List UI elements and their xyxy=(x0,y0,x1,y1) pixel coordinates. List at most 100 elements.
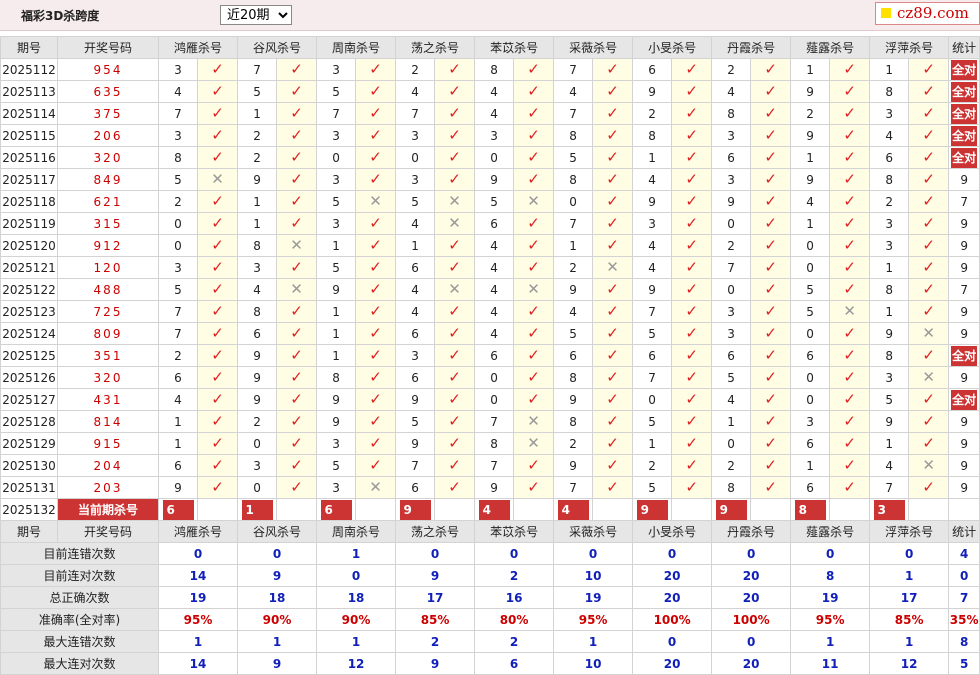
table-row: 2025115 206 3 ✓ 2 ✓ 3 ✓ 3 ✓ 3 ✓ 8 ✓ 8 ✓ 3 ✓ 9 ✓ 4 ✓ 全对 xyxy=(0,124,980,147)
check-icon: ✓ xyxy=(211,412,224,430)
check-icon: ✓ xyxy=(685,148,698,166)
kill-number-cell: 8 xyxy=(632,124,673,147)
kill-number-cell: 5 xyxy=(395,190,436,213)
period-range-select[interactable]: 近20期 xyxy=(220,5,292,25)
kill-number-cell: 5 xyxy=(395,410,436,433)
header-expert[interactable]: 荡之杀号 xyxy=(395,520,476,543)
draw-number-cell: 809 xyxy=(57,322,159,345)
kill-number-cell: 7 xyxy=(632,366,673,389)
kill-number-cell: 9 xyxy=(395,388,436,411)
header-expert[interactable]: 薤露杀号 xyxy=(790,520,871,543)
stat-value: 85% xyxy=(869,608,950,631)
header-expert[interactable]: 鸿雁杀号 xyxy=(157,520,239,543)
stat-cell: 9 xyxy=(948,476,980,499)
header-expert[interactable]: 丹霞杀号 xyxy=(711,520,792,543)
kill-number-cell: 0 xyxy=(553,190,594,213)
header-expert[interactable]: 周南杀号 xyxy=(316,36,397,59)
check-icon: ✓ xyxy=(527,302,540,320)
check-icon: ✓ xyxy=(764,302,777,320)
header-expert[interactable]: 荡之杀号 xyxy=(395,36,476,59)
header-expert[interactable]: 谷风杀号 xyxy=(237,36,318,59)
stat-cell: 9 xyxy=(948,256,980,279)
check-icon: ✓ xyxy=(290,412,303,430)
header-expert[interactable]: 采薇杀号 xyxy=(553,520,634,543)
result-cell: ✓ xyxy=(908,234,950,257)
current-kill-label: 当前期杀号 xyxy=(57,498,159,521)
kill-number-cell: 1 xyxy=(711,410,752,433)
table-row: 2025130 204 6 ✓ 3 ✓ 5 ✓ 7 ✓ 7 ✓ 9 ✓ 2 ✓ 2 ✓ 1 ✓ 4 ✕ 9 xyxy=(0,454,980,477)
stat-row: 目前连错次数 0 0 1 0 0 0 0 0 0 0 4 xyxy=(0,542,980,565)
period-cell: 2025117 xyxy=(0,168,58,191)
all-correct-badge: 全对 xyxy=(951,389,978,410)
result-cell: ✓ xyxy=(513,146,555,169)
result-cell: ✓ xyxy=(829,124,871,147)
result-cell: ✓ xyxy=(355,278,397,301)
stat-value: 0 xyxy=(474,542,555,565)
kill-number-cell: 0 xyxy=(237,476,278,499)
check-icon: ✓ xyxy=(843,148,856,166)
check-icon: ✓ xyxy=(606,478,619,496)
check-icon: ✓ xyxy=(369,434,382,452)
header-expert[interactable]: 丹霞杀号 xyxy=(711,36,792,59)
kill-number-cell: 0 xyxy=(790,256,831,279)
header-expert[interactable]: 采薇杀号 xyxy=(553,36,634,59)
check-icon: ✓ xyxy=(448,170,461,188)
header-expert[interactable]: 小旻杀号 xyxy=(632,520,713,543)
stat-value: 1 xyxy=(553,630,634,653)
kill-number-cell: 4 xyxy=(474,80,515,103)
stat-value: 0 xyxy=(790,542,871,565)
check-icon: ✓ xyxy=(922,126,935,144)
kill-number-cell: 6 xyxy=(395,322,436,345)
stat-cell: 全对 xyxy=(948,58,980,81)
check-icon: ✓ xyxy=(764,104,777,122)
header-expert[interactable]: 浮萍杀号 xyxy=(869,36,950,59)
check-icon: ✓ xyxy=(685,236,698,254)
kill-number-cell: 3 xyxy=(395,168,436,191)
result-cell: ✓ xyxy=(750,344,792,367)
stat-value: 2 xyxy=(474,564,555,587)
result-cell: ✓ xyxy=(592,212,634,235)
kill-number-cell: 4 xyxy=(790,190,831,213)
table-row: 2025113 635 4 ✓ 5 ✓ 5 ✓ 4 ✓ 4 ✓ 4 ✓ 9 ✓ 4 ✓ 9 ✓ 8 ✓ 全对 xyxy=(0,80,980,103)
result-cell: ✓ xyxy=(750,234,792,257)
result-cell: ✓ xyxy=(196,80,239,103)
header-expert[interactable]: 浮萍杀号 xyxy=(869,520,950,543)
stat-value: 100% xyxy=(632,608,713,631)
kill-number-cell: 1 xyxy=(790,58,831,81)
stat-value: 0 xyxy=(632,630,713,653)
kill-number-cell: 6 xyxy=(395,366,436,389)
kill-number-cell: 1 xyxy=(395,234,436,257)
header-expert[interactable]: 周南杀号 xyxy=(316,520,397,543)
page-title: 福彩3D杀跨度 xyxy=(21,9,100,23)
kill-number-cell: 8 xyxy=(316,366,357,389)
result-cell: ✓ xyxy=(829,212,871,235)
check-icon: ✓ xyxy=(843,434,856,452)
check-icon: ✓ xyxy=(922,302,935,320)
header-expert[interactable]: 小旻杀号 xyxy=(632,36,713,59)
table-row: 2025127 431 4 ✓ 9 ✓ 9 ✓ 9 ✓ 0 ✓ 9 ✓ 0 ✓ 4 ✓ 0 ✓ 5 ✓ 全对 xyxy=(0,388,980,411)
check-icon: ✓ xyxy=(369,302,382,320)
result-cell: ✓ xyxy=(750,454,792,477)
check-icon: ✓ xyxy=(606,390,619,408)
stat-label: 最大连错次数 xyxy=(0,630,159,653)
header-expert[interactable]: 薤露杀号 xyxy=(790,36,871,59)
kill-number-cell: 4 xyxy=(474,234,515,257)
stat-cell: 全对 xyxy=(948,388,980,411)
stat-value: 9 xyxy=(237,652,318,675)
kill-number-cell: 8 xyxy=(711,102,752,125)
header-expert[interactable]: 苯苡杀号 xyxy=(474,520,555,543)
result-cell: ✓ xyxy=(592,344,634,367)
kill-number-cell: 5 xyxy=(711,366,752,389)
result-cell: ✓ xyxy=(671,58,713,81)
table-row: 2025114 375 7 ✓ 1 ✓ 7 ✓ 7 ✓ 4 ✓ 7 ✓ 2 ✓ 8 ✓ 2 ✓ 3 ✓ 全对 xyxy=(0,102,980,125)
header-expert[interactable]: 鸿雁杀号 xyxy=(157,36,239,59)
stat-label: 目前连错次数 xyxy=(0,542,159,565)
result-cell: ✓ xyxy=(671,190,713,213)
result-cell: ✓ xyxy=(196,256,239,279)
header-expert[interactable]: 谷风杀号 xyxy=(237,520,318,543)
check-icon: ✓ xyxy=(764,434,777,452)
header-expert[interactable]: 苯苡杀号 xyxy=(474,36,555,59)
kill-number-cell: 3 xyxy=(711,300,752,323)
result-cell: ✓ xyxy=(276,124,318,147)
site-logo[interactable]: cz89.com xyxy=(875,2,980,25)
